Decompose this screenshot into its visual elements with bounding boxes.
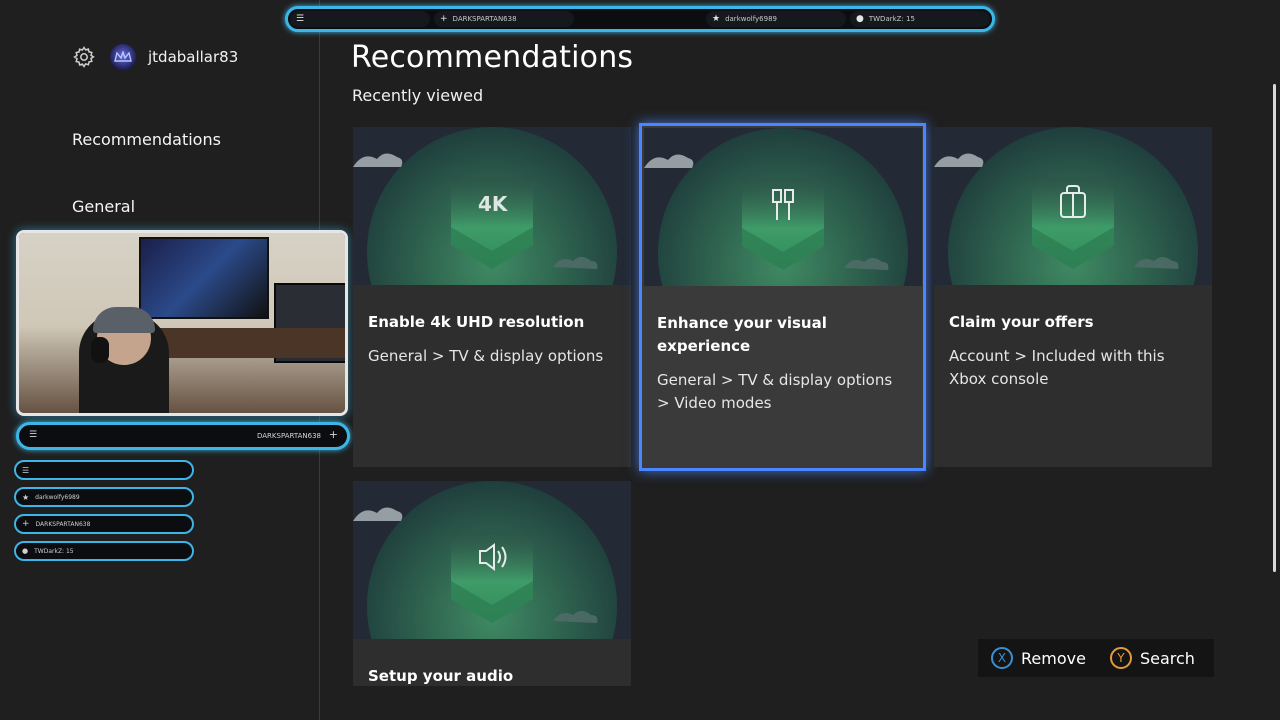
overlay-side-pill-label: TWDarkZ: 15 — [34, 547, 74, 555]
overlay-side-pill-4: ● TWDarkZ: 15 — [14, 541, 194, 561]
plus-icon: + — [440, 14, 448, 24]
filter-icon: ☰ — [296, 14, 305, 24]
4k-icon: 4K — [478, 192, 508, 216]
y-button-icon: Y — [1109, 647, 1132, 669]
recommendation-card-4k[interactable]: 4K Enable 4k UHD resolution General > TV… — [353, 127, 631, 467]
user-row: jtdaballar83 — [72, 44, 238, 70]
overlay-side-pill-1: ☰ — [14, 460, 194, 480]
card-path: General > TV & display options > Video m… — [657, 371, 893, 412]
section-heading-recently-viewed: Recently viewed — [352, 86, 484, 105]
drop-icon: ● — [856, 14, 864, 24]
star-icon: ★ — [22, 492, 30, 502]
overlay-side-pill-label: DARKSPARTAN638 — [35, 520, 91, 528]
scrollbar[interactable] — [1273, 84, 1276, 572]
headset-icon — [91, 337, 109, 363]
overlay-slot-2-label: DARKSPARTAN638 — [452, 15, 517, 23]
filter-icon: ☰ — [22, 465, 30, 475]
plus-icon: + — [328, 428, 338, 441]
overlay-slot-2: + DARKSPARTAN638 — [434, 11, 574, 27]
webcam-feed — [16, 230, 348, 416]
nav-item-recommendations[interactable]: Recommendations — [72, 130, 221, 149]
overlay-slot-4: ● TWDarkZ: 15 — [850, 11, 990, 27]
star-icon: ★ — [712, 14, 721, 24]
card-path: General > TV & display options — [368, 347, 604, 365]
card-art: 4K — [353, 127, 631, 285]
overlay-side-pill-3: + DARKSPARTAN638 — [14, 514, 194, 534]
card-title: Enhance your visual experience — [657, 314, 827, 355]
overlay-side-pill-label: darkwolfy6989 — [35, 493, 80, 501]
drop-icon: ● — [22, 547, 29, 555]
card-title: Setup your audio — [368, 667, 514, 685]
nav-item-general[interactable]: General — [72, 197, 135, 216]
card-art — [353, 481, 631, 639]
filter-icon: ☰ — [29, 430, 38, 440]
card-art — [934, 127, 1212, 285]
webcam-label-bar: ☰ DARKSPARTAN638 + — [16, 422, 350, 450]
avatar[interactable] — [110, 44, 136, 70]
card-art — [644, 128, 922, 286]
stream-overlay-top-bar: ☰ + DARKSPARTAN638 ★ darkwolfy6989 ● TWD… — [285, 6, 995, 32]
card-path: Account > Included with this Xbox consol… — [949, 347, 1165, 388]
crown-icon — [114, 51, 132, 62]
webcam-label: DARKSPARTAN638 — [257, 432, 321, 440]
overlay-slot-3: ★ darkwolfy6989 — [706, 11, 846, 27]
card-title: Enable 4k UHD resolution — [368, 313, 585, 331]
controller-hint-bar: X Remove Y Search — [978, 639, 1214, 677]
plus-icon: + — [22, 519, 30, 529]
card-title: Claim your offers — [949, 313, 1094, 331]
remove-action[interactable]: Remove — [1021, 649, 1086, 668]
gear-icon[interactable] — [72, 45, 96, 69]
overlay-slot-3-label: darkwolfy6989 — [725, 15, 777, 23]
webcam-tv — [139, 237, 269, 319]
overlay-slot-1: ☰ — [290, 11, 430, 27]
search-action[interactable]: Search — [1140, 649, 1195, 668]
gamertag: jtdaballar83 — [148, 48, 239, 66]
x-button-icon: X — [991, 647, 1013, 669]
overlay-side-pill-2: ★ darkwolfy6989 — [14, 487, 194, 507]
overlay-slot-4-label: TWDarkZ: 15 — [868, 15, 915, 23]
recommendation-card-audio[interactable]: Setup your audio — [353, 481, 631, 686]
recommendation-card-visual-experience[interactable]: Enhance your visual experience General >… — [639, 123, 926, 471]
recommendation-card-offers[interactable]: Claim your offers Account > Included wit… — [934, 127, 1212, 467]
page-title: Recommendations — [351, 40, 634, 75]
